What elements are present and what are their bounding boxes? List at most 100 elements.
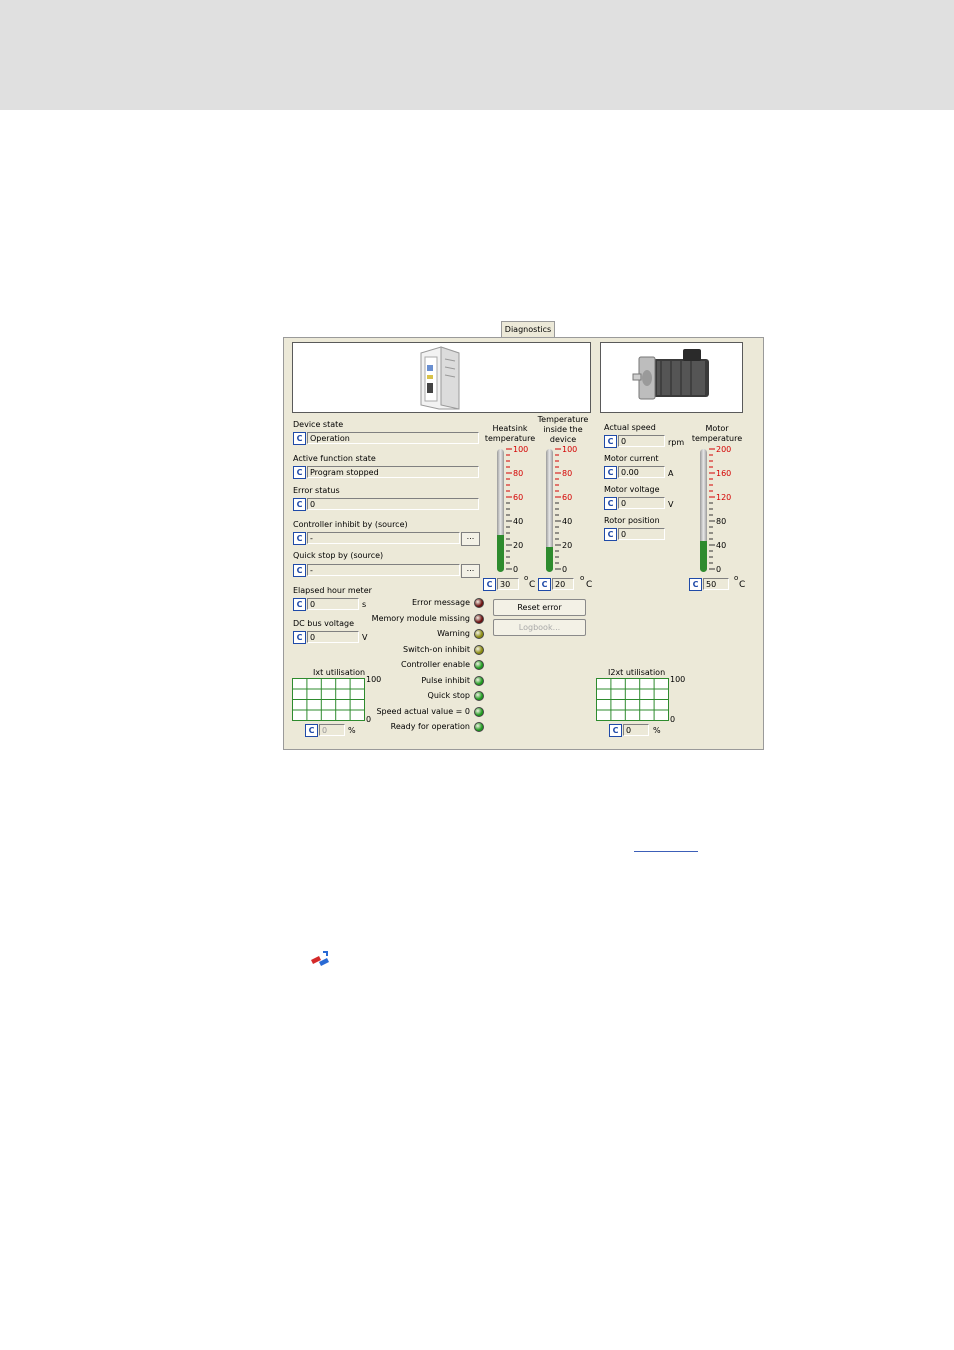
actual-speed-c-button[interactable]: C — [604, 435, 617, 448]
status-led-label: Quick stop — [427, 691, 470, 700]
motor-image-frame — [600, 342, 743, 413]
thermometer-tick-label: 60 — [513, 493, 523, 502]
thermometer-tick-label: 40 — [513, 517, 523, 526]
status-led-label: Controller enable — [400, 660, 470, 669]
motor-temperature-unit: C — [739, 580, 746, 590]
error-status-c-button[interactable]: C — [293, 498, 306, 511]
device-state-field: Operation — [307, 432, 479, 444]
logbook-button[interactable]: Logbook... — [493, 619, 586, 636]
rotor-position-field: 0 — [618, 528, 665, 540]
dc-bus-voltage-field: 0 — [307, 631, 359, 643]
thermometer-tick-label: 80 — [513, 469, 523, 478]
thermometer-tick-label: 20 — [562, 541, 572, 550]
status-led-label: Memory module missing — [371, 613, 470, 623]
status-led-indicator — [474, 660, 484, 670]
i2xt-min-label: 0 — [670, 715, 676, 724]
device-state-c-button[interactable]: C — [293, 432, 306, 445]
status-led-label: Switch-on inhibit — [402, 644, 470, 654]
actual-speed-field: 0 — [618, 435, 665, 447]
controller-inhibit-label: Controller inhibit by (source) — [293, 520, 408, 529]
status-led-label: Speed actual value = 0 — [376, 706, 470, 716]
status-led-indicator — [474, 706, 484, 717]
thermometer-tick-label: 200 — [716, 445, 731, 454]
status-led-indicator — [474, 644, 484, 655]
heatsink-thermometer-fill — [497, 535, 504, 572]
motor-voltage-unit: V — [668, 500, 674, 509]
thermometer-tick-label: 40 — [716, 541, 726, 550]
ixt-min-label: 0 — [366, 715, 372, 724]
status-led-indicator — [474, 691, 484, 701]
status-led-indicator — [474, 613, 484, 624]
i2xt-unit: % — [653, 726, 661, 735]
servo-motor-image — [632, 349, 709, 400]
heatsink-temperature-title: Heatsink temperature — [484, 424, 536, 443]
i2xt-c-button[interactable]: C — [609, 724, 622, 737]
controller-inhibit-c-button[interactable]: C — [293, 532, 306, 545]
inside-thermometer-fill — [546, 547, 553, 572]
i2xt-max-label: 100 — [670, 675, 686, 684]
motor-current-unit: A — [668, 469, 674, 478]
active-function-state-c-button[interactable]: C — [293, 466, 306, 479]
rotor-position-c-button[interactable]: C — [604, 528, 617, 541]
thermometer-tick-label: 100 — [562, 445, 577, 454]
elapsed-hour-meter-label: Elapsed hour meter — [293, 586, 372, 595]
active-function-state-label: Active function state — [293, 454, 376, 463]
heatsink-temperature-field: 30 — [497, 578, 519, 590]
thermometer-tick-label: 120 — [716, 493, 731, 502]
status-led-indicator — [474, 629, 484, 639]
inside-degree-symbol: o — [580, 574, 585, 582]
motor-thermometer-fill — [700, 541, 707, 572]
motor-voltage-c-button[interactable]: C — [604, 497, 617, 510]
device-image-frame — [292, 342, 591, 413]
ixt-utilisation-field: 0 — [319, 724, 345, 736]
thermometer-tick-label: 40 — [562, 517, 572, 526]
status-led-indicator — [474, 598, 484, 608]
motor-voltage-field: 0 — [618, 497, 665, 509]
error-status-label: Error status — [293, 486, 340, 495]
ixt-c-button[interactable]: C — [305, 724, 318, 737]
page-header-band — [0, 0, 954, 110]
hyperlink-underline[interactable] — [634, 851, 698, 852]
dc-bus-voltage-c-button[interactable]: C — [293, 631, 306, 644]
device-state-label: Device state — [293, 420, 344, 429]
thermometer-tick-label: 0 — [513, 565, 518, 574]
thermometer-tick-label: 80 — [716, 517, 726, 526]
heatsink-degree-symbol: o — [524, 574, 529, 582]
quick-stop-source-browse-button[interactable]: ... — [461, 564, 480, 578]
motor-temperature-title: Motor temperature — [691, 424, 743, 443]
reset-error-button[interactable]: Reset error — [493, 599, 586, 616]
controller-device-image — [420, 346, 460, 410]
status-led-label: Error message — [412, 598, 470, 607]
actual-speed-label: Actual speed — [604, 423, 656, 432]
controller-inhibit-field: - — [307, 532, 460, 544]
status-led-label: Warning — [437, 629, 470, 638]
tab-diagnostics[interactable]: Diagnostics — [501, 321, 555, 338]
motor-current-field: 0.00 — [618, 466, 665, 478]
thermometer-tick-label: 0 — [562, 565, 567, 574]
online-connection-icon — [311, 951, 329, 966]
i2xt-utilisation-grid — [596, 678, 669, 721]
motor-current-c-button[interactable]: C — [604, 466, 617, 479]
motor-current-label: Motor current — [604, 454, 659, 463]
inside-unit: C — [586, 580, 593, 590]
active-function-state-field: Program stopped — [307, 466, 479, 478]
motor-voltage-label: Motor voltage — [604, 485, 660, 494]
controller-inhibit-browse-button[interactable]: ... — [461, 532, 480, 546]
elapsed-hour-meter-c-button[interactable]: C — [293, 598, 306, 611]
status-led-label: Ready for operation — [390, 722, 470, 731]
motor-thermometer-scale: 200 160 120 80 40 0 — [709, 445, 731, 574]
thermometer-tick-label: 60 — [562, 493, 572, 502]
actual-speed-unit: rpm — [668, 438, 685, 447]
inside-c-button[interactable]: C — [538, 578, 551, 591]
motor-temperature-field: 50 — [703, 578, 729, 590]
motor-temperature-c-button[interactable]: C — [689, 578, 702, 591]
thermometer-tick-label: 0 — [716, 565, 721, 574]
inside-thermometer-scale: 100 80 60 40 20 0 — [555, 445, 577, 574]
heatsink-c-button[interactable]: C — [483, 578, 496, 591]
elapsed-hour-meter-field: 0 — [307, 598, 359, 610]
heatsink-thermometer-scale: 100 80 60 40 20 0 — [506, 445, 528, 574]
quick-stop-source-c-button[interactable]: C — [293, 564, 306, 577]
thermometer-tick-label: 20 — [513, 541, 523, 550]
diagnostics-panel: Device state C Operation Active function… — [283, 337, 764, 750]
quick-stop-source-label: Quick stop by (source) — [293, 551, 384, 560]
